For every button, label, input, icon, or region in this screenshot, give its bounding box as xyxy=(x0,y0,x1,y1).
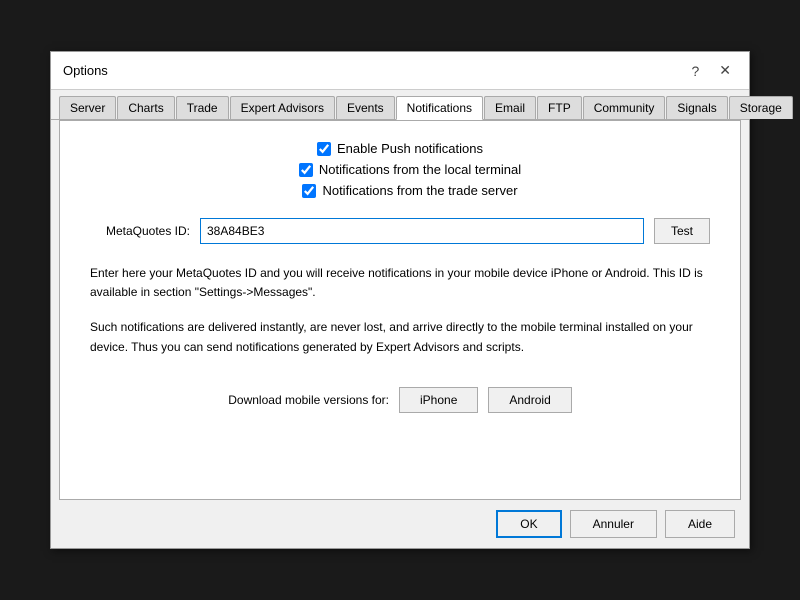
aide-button[interactable]: Aide xyxy=(665,510,735,538)
footer: OK Annuler Aide xyxy=(51,500,749,548)
tab-trade[interactable]: Trade xyxy=(176,96,229,119)
tab-server[interactable]: Server xyxy=(59,96,116,119)
trade-server-checkbox[interactable] xyxy=(302,184,316,198)
tab-events[interactable]: Events xyxy=(336,96,395,119)
enable-push-label: Enable Push notifications xyxy=(337,141,483,156)
test-button[interactable]: Test xyxy=(654,218,710,244)
local-terminal-row: Notifications from the local terminal xyxy=(299,162,521,177)
tab-notifications[interactable]: Notifications xyxy=(396,96,483,120)
metaquotes-input[interactable] xyxy=(200,218,644,244)
local-terminal-label: Notifications from the local terminal xyxy=(319,162,521,177)
download-row: Download mobile versions for: iPhone And… xyxy=(90,387,710,413)
checkbox-section: Enable Push notifications Notifications … xyxy=(90,141,710,198)
options-dialog: Options ? ✕ ServerChartsTradeExpert Advi… xyxy=(50,51,750,549)
content-area: Enable Push notifications Notifications … xyxy=(59,120,741,500)
help-button[interactable]: ? xyxy=(685,61,705,81)
cancel-button[interactable]: Annuler xyxy=(570,510,657,538)
tab-expert-advisors[interactable]: Expert Advisors xyxy=(230,96,335,119)
tab-ftp[interactable]: FTP xyxy=(537,96,582,119)
ok-button[interactable]: OK xyxy=(496,510,561,538)
dialog-title: Options xyxy=(63,63,108,78)
enable-push-checkbox[interactable] xyxy=(317,142,331,156)
tab-email[interactable]: Email xyxy=(484,96,536,119)
info-text-1: Enter here your MetaQuotes ID and you wi… xyxy=(90,264,710,302)
title-bar-controls: ? ✕ xyxy=(685,60,737,81)
close-button[interactable]: ✕ xyxy=(713,60,737,81)
tab-storage[interactable]: Storage xyxy=(729,96,793,119)
title-bar: Options ? ✕ xyxy=(51,52,749,90)
info-text-2: Such notifications are delivered instant… xyxy=(90,318,710,356)
metaquotes-row: MetaQuotes ID: Test xyxy=(90,218,710,244)
download-label: Download mobile versions for: xyxy=(228,393,389,407)
android-button[interactable]: Android xyxy=(488,387,571,413)
tab-charts[interactable]: Charts xyxy=(117,96,174,119)
trade-server-row: Notifications from the trade server xyxy=(302,183,517,198)
trade-server-label: Notifications from the trade server xyxy=(322,183,517,198)
tab-community[interactable]: Community xyxy=(583,96,666,119)
tab-bar: ServerChartsTradeExpert AdvisorsEventsNo… xyxy=(51,90,749,120)
iphone-button[interactable]: iPhone xyxy=(399,387,478,413)
enable-push-row: Enable Push notifications xyxy=(317,141,483,156)
local-terminal-checkbox[interactable] xyxy=(299,163,313,177)
metaquotes-label: MetaQuotes ID: xyxy=(90,224,190,238)
tab-signals[interactable]: Signals xyxy=(666,96,727,119)
